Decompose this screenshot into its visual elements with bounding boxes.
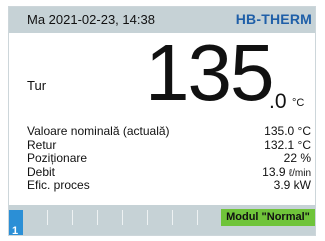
page-slot[interactable]	[23, 210, 48, 225]
page-number: 1	[12, 225, 19, 237]
main-value-decimal: .0	[269, 90, 287, 113]
reading-value: 22 %	[283, 151, 311, 166]
bottom-bar: 1 Modul "Normal"	[9, 205, 315, 237]
reading-row-process-efficiency: Efic. proces 3.9 kW	[27, 179, 311, 193]
reading-row-flow: Debit 13.9 ℓ/min	[27, 164, 311, 180]
reading-label: Poziționare	[27, 151, 88, 166]
reading-value: 13.9	[262, 164, 289, 179]
reading-label: Valoare nominală (actuală)	[27, 124, 170, 138]
reading-value: 132.1 °C	[264, 137, 311, 152]
main-value-label: Tur	[27, 78, 47, 93]
page-slot[interactable]	[148, 210, 173, 225]
mode-button[interactable]: Modul "Normal"	[221, 209, 315, 226]
readings-list: Valoare nominală (actuală) 135.0 °C Retu…	[27, 124, 311, 193]
reading-row-position: Poziționare 22 %	[27, 152, 311, 166]
page-slot[interactable]	[173, 210, 198, 225]
datetime-label: Ma 2021-02-23, 14:38	[27, 12, 155, 27]
page-slot[interactable]	[73, 210, 98, 225]
reading-row-setpoint: Valoare nominală (actuală) 135.0 °C	[27, 124, 311, 139]
reading-unit: ℓ/min	[288, 167, 311, 179]
page-slot[interactable]	[123, 210, 148, 225]
reading-label: Retur	[27, 137, 57, 152]
page-slot[interactable]	[98, 210, 123, 225]
main-value-unit: °C	[292, 97, 305, 109]
page-slots	[23, 210, 198, 225]
display-panel: Ma 2021-02-23, 14:38 HB-THERM Tur 135 .0…	[8, 6, 316, 237]
reading-value: 135.0 °C	[264, 124, 311, 138]
page-slot[interactable]	[48, 210, 73, 225]
reading-value: 3.9 kW	[273, 178, 311, 193]
reading-label: Efic. proces	[27, 178, 90, 193]
brand-logo: HB-THERM	[235, 11, 312, 27]
reading-label: Debit	[27, 164, 56, 179]
main-value-integer: 135	[145, 28, 274, 117]
reading-row-return: Retur 132.1 °C	[27, 137, 311, 153]
page-indicator[interactable]: 1	[9, 210, 23, 237]
